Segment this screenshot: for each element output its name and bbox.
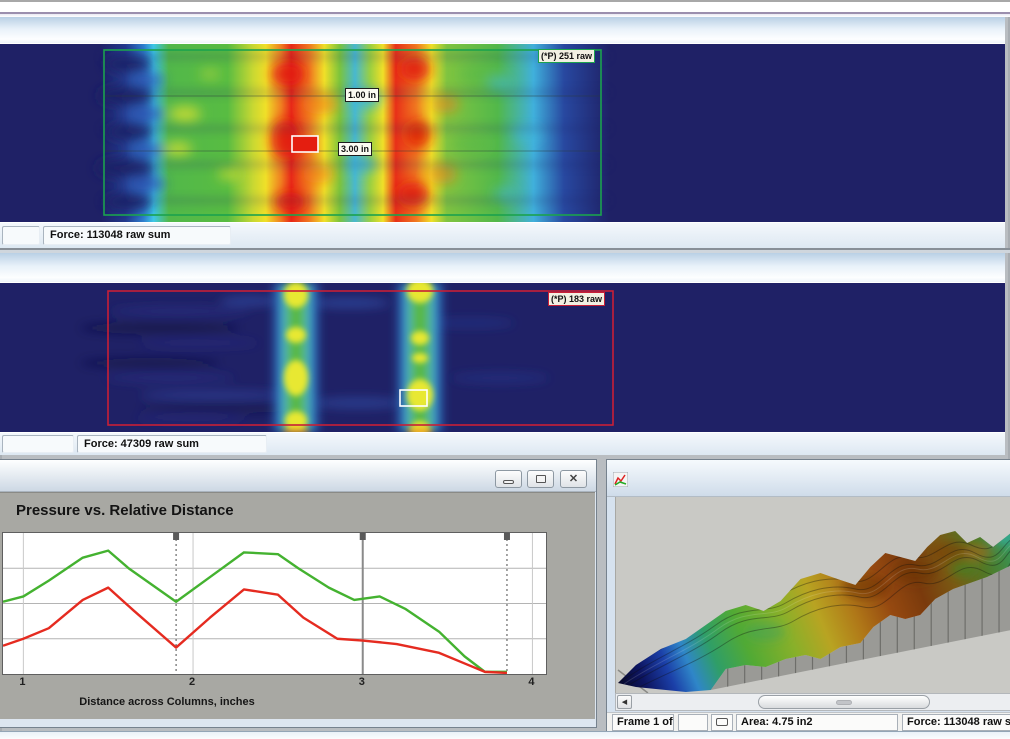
graph-title: Pressure vs. Relative Distance bbox=[16, 502, 234, 519]
close-icon: ✕ bbox=[569, 474, 578, 485]
roi-peak-badge-red[interactable]: (*P) 183 raw bbox=[548, 292, 605, 306]
pressure-map-middle-image bbox=[0, 283, 1005, 432]
panel2-status-spacer bbox=[2, 435, 74, 453]
graph-content-panel: Pressure vs. Relative Distance 1 2 3 4 Dist… bbox=[0, 492, 595, 719]
rectangle-tool-icon bbox=[716, 718, 728, 726]
graph-window: ✕ Pressure vs. Relative Distance 1 2 3 4 Di… bbox=[0, 459, 597, 728]
pressure-map-middle[interactable]: (*P) 183 raw bbox=[0, 283, 1005, 432]
frame-counter: Frame 1 of 1 bbox=[612, 714, 674, 731]
view3d-window: ◀ Frame 1 of 1 Area: 4.75 in2 Force: 113… bbox=[606, 459, 1010, 731]
measure-label-2: 3.00 in bbox=[338, 142, 372, 156]
panel1-header-bar bbox=[0, 17, 1005, 44]
panel1-statusbar: Force: 113048 raw sum bbox=[0, 222, 1005, 248]
view3d-window-icon bbox=[613, 472, 628, 487]
panel2-force-readout: Force: 47309 raw sum bbox=[77, 435, 267, 453]
x-axis-ticks: 1 2 3 4 bbox=[2, 676, 547, 690]
force-readout-3d: Force: 113048 raw sum bbox=[902, 714, 1010, 731]
graph-window-titlebar[interactable]: ✕ bbox=[0, 460, 596, 492]
view3d-statusbar: Frame 1 of 1 Area: 4.75 in2 Force: 11304… bbox=[607, 712, 1010, 732]
minimize-button[interactable] bbox=[495, 470, 522, 488]
view3d-titlebar[interactable] bbox=[607, 460, 1010, 497]
app-screen: (*P) 251 raw 1.00 in 3.00 in Force: 1130… bbox=[0, 0, 1010, 739]
pressure-map-top-image bbox=[0, 44, 1005, 222]
maximize-button[interactable] bbox=[527, 470, 554, 488]
scrollbar-grip bbox=[836, 700, 852, 705]
x-axis-label: Distance across Columns, inches bbox=[2, 693, 332, 711]
maximize-icon bbox=[536, 475, 546, 483]
selected-cell[interactable] bbox=[292, 136, 318, 152]
status-spacer-field bbox=[678, 714, 708, 731]
cursor-mid-handle[interactable] bbox=[360, 533, 366, 540]
close-button[interactable]: ✕ bbox=[560, 470, 587, 488]
minimize-icon bbox=[503, 480, 514, 484]
cursor-a-handle[interactable] bbox=[173, 533, 179, 540]
panel2-statusbar: Force: 47309 raw sum bbox=[0, 432, 1005, 455]
series-red-profile bbox=[3, 588, 507, 673]
cursor-b-handle[interactable] bbox=[504, 533, 510, 540]
x-tick-label: 3 bbox=[359, 676, 365, 688]
series-green-profile bbox=[3, 551, 507, 672]
x-tick-label: 1 bbox=[19, 676, 25, 688]
panel2-header-bar bbox=[0, 253, 1005, 283]
panel1-status-spacer bbox=[2, 226, 40, 245]
surface-3d-image bbox=[616, 497, 1010, 693]
window-top-chrome bbox=[0, 0, 1010, 17]
roi-peak-badge-green[interactable]: (*P) 251 raw bbox=[538, 49, 595, 63]
x-tick-label: 2 bbox=[189, 676, 195, 688]
graph-canvas bbox=[3, 533, 546, 674]
scroll-left-arrow[interactable]: ◀ bbox=[617, 695, 632, 709]
horizontal-scrollbar[interactable]: ◀ bbox=[615, 693, 1010, 711]
measure-label-1: 1.00 in bbox=[345, 88, 379, 102]
tool-field[interactable] bbox=[711, 714, 733, 731]
view3d-canvas[interactable] bbox=[615, 497, 1010, 693]
bottom-edge-strip bbox=[0, 731, 1010, 739]
area-readout: Area: 4.75 in2 bbox=[736, 714, 898, 731]
x-tick-label: 4 bbox=[528, 676, 534, 688]
panel1-force-readout: Force: 113048 raw sum bbox=[43, 226, 231, 245]
pressure-map-top[interactable]: (*P) 251 raw 1.00 in 3.00 in bbox=[0, 44, 1005, 222]
scrollbar-thumb[interactable] bbox=[758, 695, 930, 709]
graph-plot-area[interactable] bbox=[2, 532, 547, 675]
